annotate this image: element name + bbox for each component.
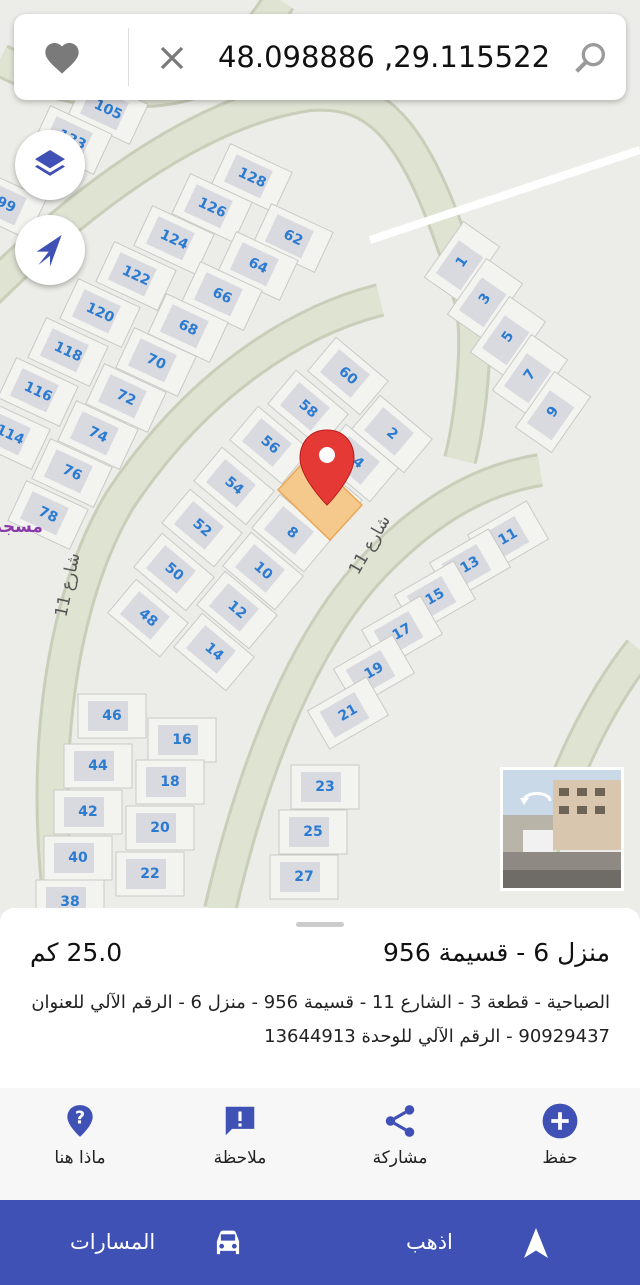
share-icon: [385, 1105, 415, 1137]
routes-button[interactable]: المسارات: [0, 1200, 330, 1285]
action-bar: حفظ مشاركة ملاحظة ? ماذا هنا: [0, 1088, 640, 1200]
street-view-thumbnail[interactable]: [500, 767, 624, 891]
address-line-2: 90929437 - الرقم الآلي للوحدة 13644913: [264, 1026, 610, 1047]
lot-number: 25: [303, 824, 322, 840]
note-button[interactable]: ملاحظة: [185, 1102, 295, 1192]
lot-number: 16: [172, 732, 191, 748]
lot-number: 18: [160, 774, 179, 790]
lot-46[interactable]: 46: [77, 693, 147, 739]
bottom-navigation: اذهب المسارات: [0, 1200, 640, 1285]
lot-number: 44: [88, 758, 108, 774]
lot-40[interactable]: 40: [43, 835, 113, 881]
lot-16[interactable]: 16: [147, 717, 217, 763]
go-button[interactable]: اذهب: [330, 1200, 640, 1285]
lot-number: 27: [294, 869, 313, 885]
lot-number: 20: [150, 820, 170, 836]
place-address: الصباحية - قطعة 3 - الشارع 11 - قسيمة 95…: [10, 986, 610, 1054]
lot-number: 22: [140, 866, 159, 882]
routes-label: المسارات: [70, 1230, 156, 1254]
sheet-drag-handle[interactable]: [296, 922, 344, 927]
whats-here-label: ماذا هنا: [54, 1148, 106, 1168]
search-divider: [128, 28, 129, 86]
lot-23[interactable]: 23: [290, 764, 360, 810]
navigation-arrow-icon: [36, 235, 62, 267]
distance-label: 25.0 كم: [30, 938, 123, 967]
heart-icon[interactable]: [42, 38, 82, 78]
layers-button[interactable]: [15, 130, 85, 200]
lot-18[interactable]: 18: [135, 759, 205, 805]
lot-number: 42: [78, 804, 97, 820]
search-input[interactable]: 48.098886 ,29.115522: [214, 14, 554, 100]
poi-mosque-label: مسجد: [0, 517, 43, 537]
lot-number: 46: [102, 708, 121, 724]
add-circle-icon: [542, 1103, 578, 1139]
address-line-1: الصباحية - قطعة 3 - الشارع 11 - قسيمة 95…: [31, 992, 610, 1013]
my-location-button[interactable]: [15, 215, 85, 285]
street-view-rotate-icon: [520, 792, 552, 805]
save-label: حفظ: [542, 1148, 578, 1168]
note-label: ملاحظة: [213, 1148, 267, 1168]
feedback-icon: [225, 1106, 255, 1136]
navigation-icon: [524, 1228, 548, 1258]
place-title: منزل 6 - قسيمة 956: [383, 938, 610, 967]
search-bar: 48.098886 ,29.115522: [14, 14, 626, 100]
share-label: مشاركة: [372, 1148, 428, 1168]
lot-number: 23: [315, 779, 334, 795]
lot-27[interactable]: 27: [269, 854, 339, 900]
help-pin-icon: ?: [67, 1105, 93, 1137]
lot-22[interactable]: 22: [115, 851, 185, 897]
lot-number: 40: [68, 850, 88, 866]
lot-38[interactable]: 38: [35, 879, 105, 910]
lot-42[interactable]: 42: [53, 789, 123, 835]
lot-25[interactable]: 25: [278, 809, 348, 855]
svg-text:?: ?: [75, 1108, 85, 1128]
search-icon[interactable]: [570, 38, 610, 78]
car-icon: [216, 1230, 240, 1255]
place-details-sheet: منزل 6 - قسيمة 956 25.0 كم الصباحية - قط…: [0, 908, 640, 1088]
layers-icon: [35, 150, 65, 176]
close-icon[interactable]: [152, 38, 192, 78]
save-button[interactable]: حفظ: [505, 1102, 615, 1192]
whats-here-button[interactable]: ? ماذا هنا: [25, 1102, 135, 1192]
lot-44[interactable]: 44: [63, 743, 133, 789]
share-button[interactable]: مشاركة: [345, 1102, 455, 1192]
lot-20[interactable]: 20: [125, 805, 195, 851]
go-label: اذهب: [406, 1230, 453, 1254]
